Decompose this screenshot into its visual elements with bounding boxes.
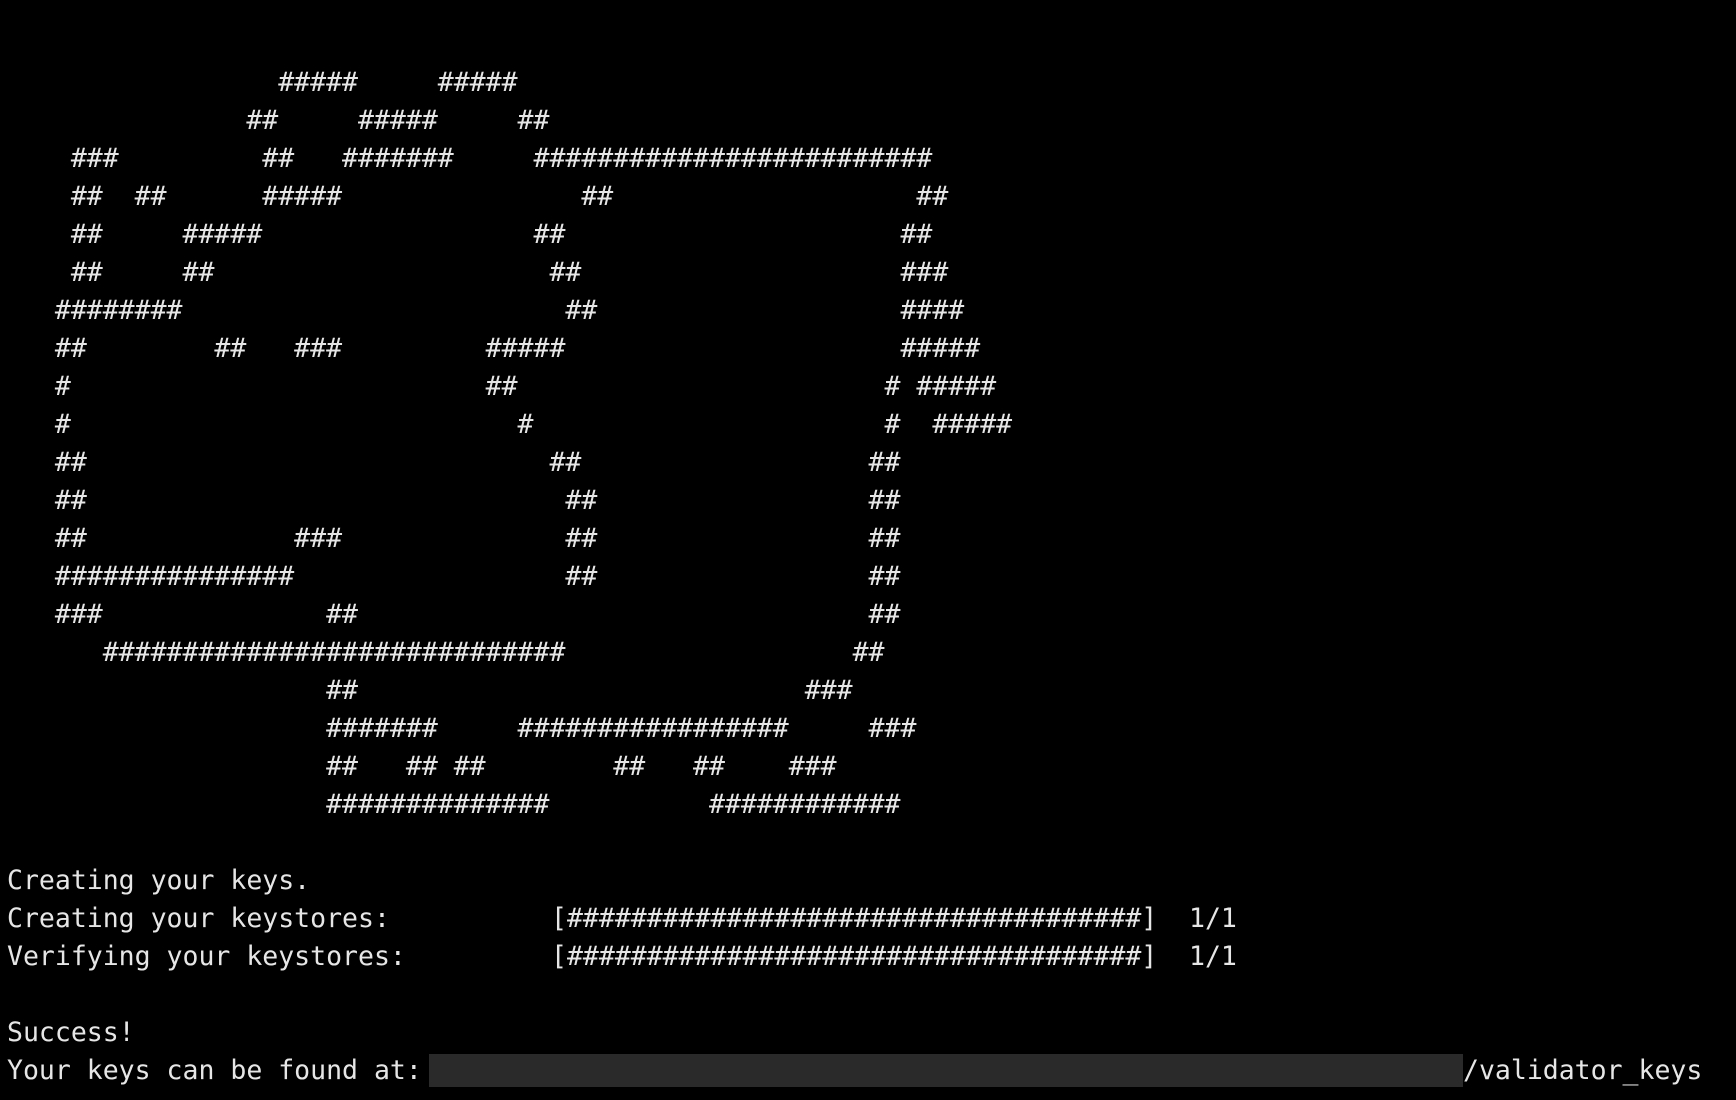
success-message: Success! <box>7 1017 135 1048</box>
verify-keystores-label: Verifying your keystores: <box>7 941 406 972</box>
verify-keystores-count: 1/1 <box>1189 941 1237 972</box>
create-keystores-count: 1/1 <box>1189 903 1237 934</box>
terminal-window[interactable]: ##### ##### ## ##### ## ### ## ####### #… <box>0 0 1736 1100</box>
create-keystores-row: Creating your keystores: [##############… <box>7 900 1307 938</box>
create-keystores-progress-bar: [####################################] <box>551 903 1158 934</box>
create-keystores-label: Creating your keystores: <box>7 903 390 934</box>
creating-keys-line: Creating your keys. <box>7 865 311 896</box>
verify-keystores-progress-bar: [####################################] <box>551 941 1158 972</box>
keys-location-suffix: /validator_keys <box>1463 1055 1703 1086</box>
redacted-path <box>429 1054 1463 1087</box>
verify-keystores-row: Verifying your keystores: [#############… <box>7 938 1307 976</box>
ascii-art-banner: ##### ##### ## ##### ## ### ## ####### #… <box>54 67 1013 820</box>
keys-location-label: Your keys can be found at: <box>7 1055 422 1086</box>
